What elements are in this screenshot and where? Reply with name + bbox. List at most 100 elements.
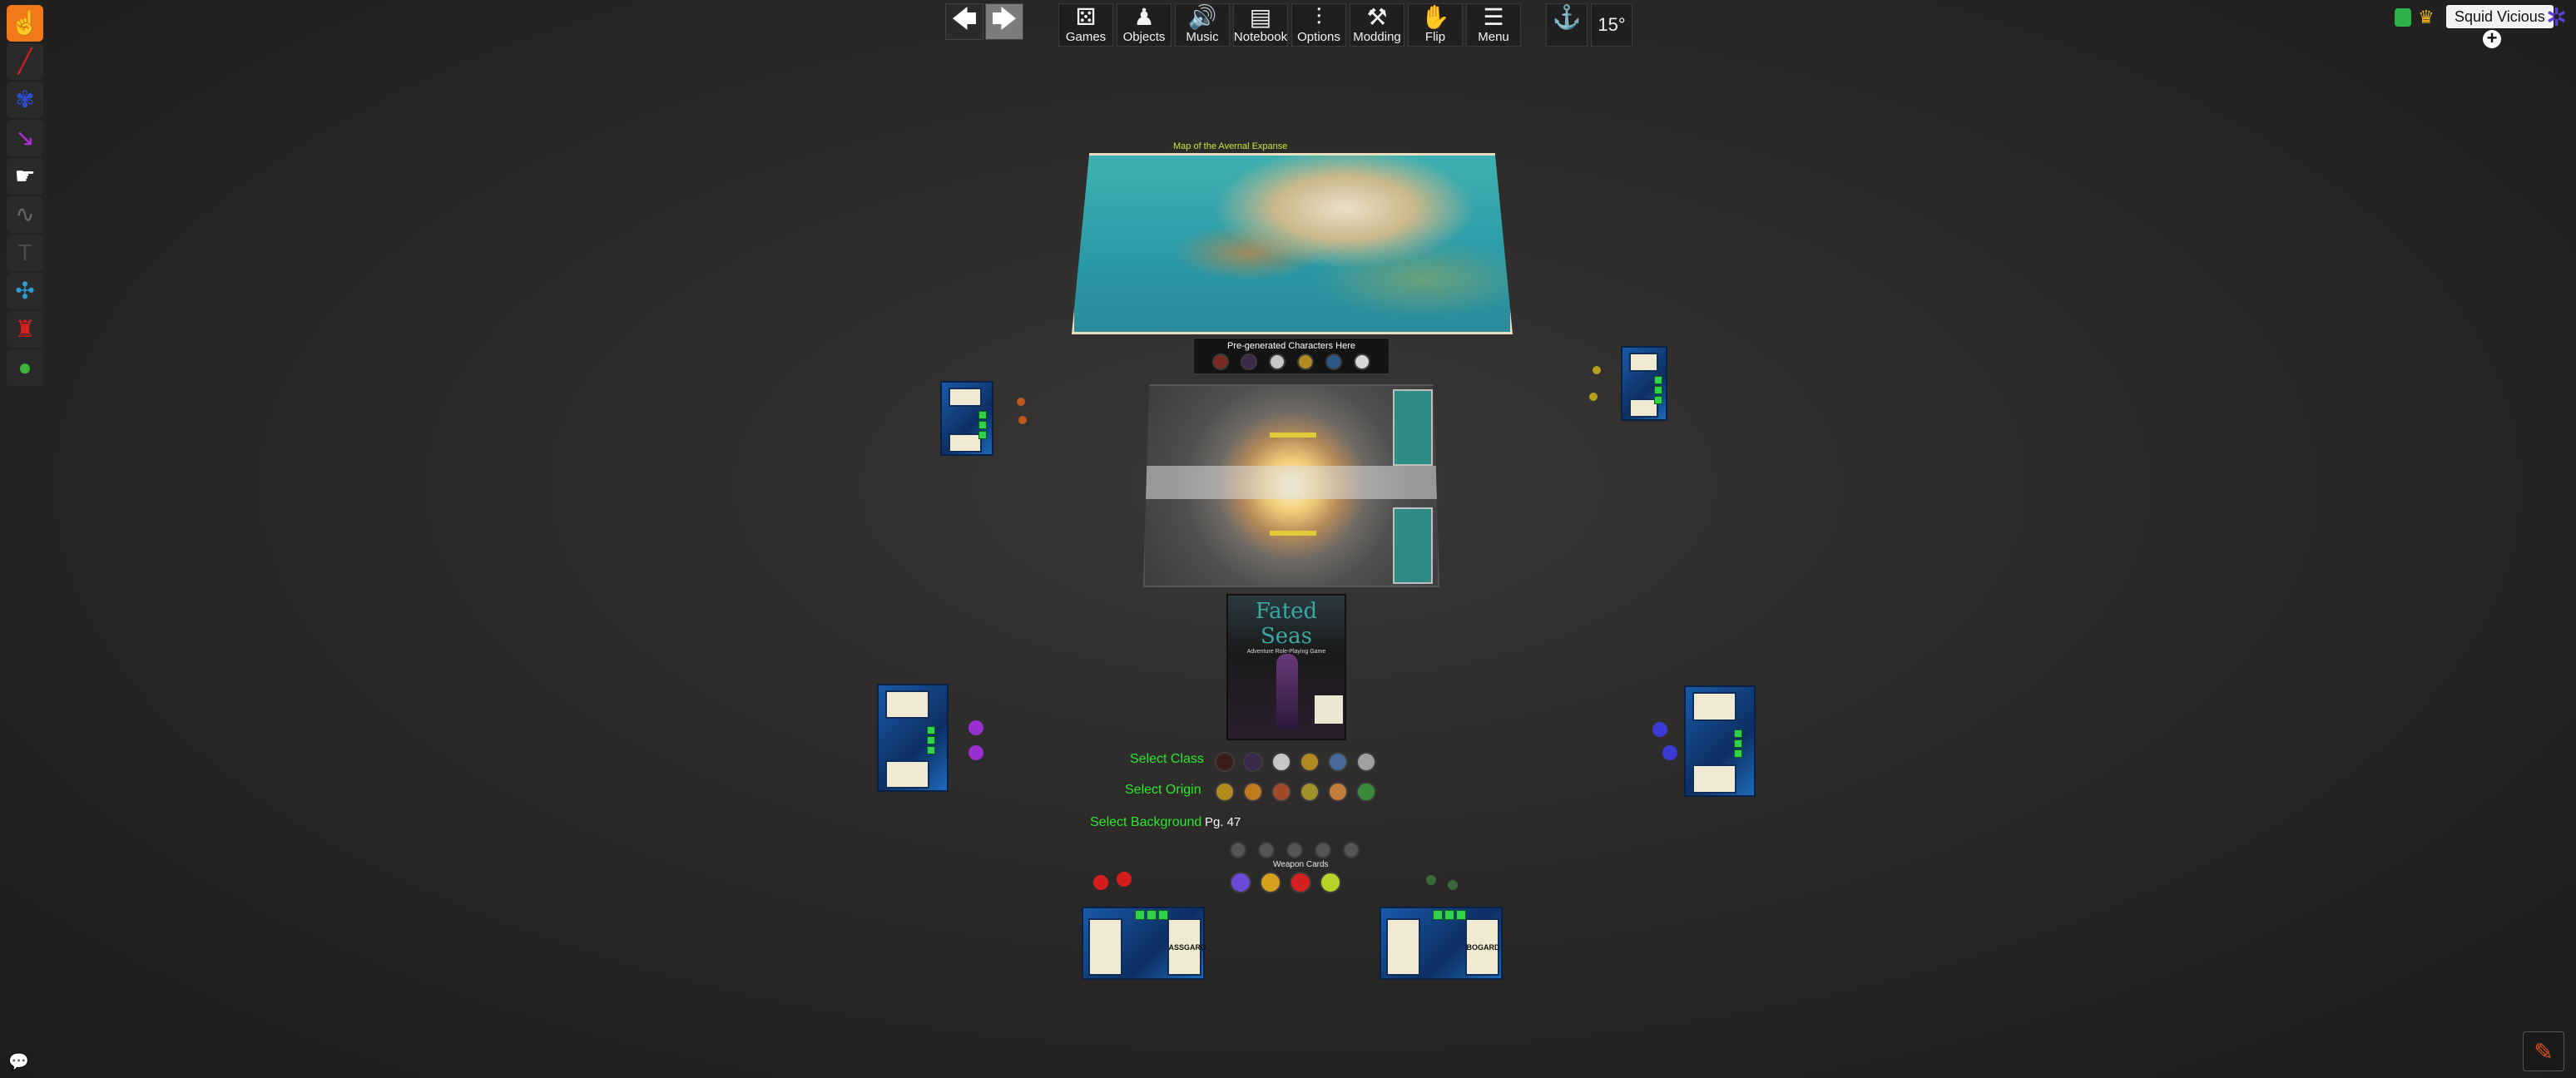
health-counter[interactable] (1734, 749, 1743, 758)
yellow-die[interactable] (1589, 393, 1598, 401)
chat-icon[interactable]: 💬 (8, 1051, 29, 1072)
character-card[interactable] (1386, 918, 1421, 976)
red-die[interactable] (1117, 872, 1132, 887)
health-counter[interactable] (927, 736, 936, 745)
character-card[interactable] (949, 388, 982, 408)
blue-die[interactable] (1662, 745, 1677, 760)
hidden-zone-tool-button[interactable]: ♜ (7, 311, 43, 348)
weapon-icon[interactable] (1343, 842, 1360, 858)
ability-icon[interactable] (1260, 872, 1281, 893)
player-mat-north-east[interactable] (1621, 346, 1667, 421)
pregen-character-icon[interactable] (1269, 354, 1286, 370)
health-counter[interactable] (927, 746, 936, 755)
blue-die[interactable] (1652, 722, 1667, 737)
menu-objects-button[interactable]: ♟ Objects (1117, 3, 1172, 47)
snap-tool-button[interactable]: ∿ (7, 196, 43, 233)
dungeon-tile[interactable] (1143, 384, 1439, 587)
player-mat-south-east[interactable]: BOGARD (1380, 907, 1503, 980)
menu-flip-button[interactable]: ✋ Flip (1408, 3, 1463, 47)
gizmo-tool-button[interactable]: ☛ (7, 158, 43, 195)
class-icon[interactable] (1215, 752, 1235, 772)
rotation-snap-button[interactable]: ⚓ (1546, 3, 1588, 47)
menu-menu-button[interactable]: ☰ Menu (1466, 3, 1521, 47)
notes-button[interactable]: ✎ (2523, 1031, 2564, 1071)
zone-tool-button[interactable]: ✣ (7, 273, 43, 309)
purple-die[interactable] (968, 720, 983, 735)
draw-tool-button[interactable]: ● (7, 349, 43, 386)
grab-tool-button[interactable]: ☝ (7, 5, 43, 42)
menu-notebook-button[interactable]: ▤ Notebook (1233, 3, 1288, 47)
green-die[interactable] (1448, 880, 1458, 890)
origin-icon[interactable] (1215, 782, 1235, 802)
player-mat-west[interactable] (877, 684, 949, 792)
text-tool-button[interactable]: T (7, 235, 43, 271)
character-card[interactable] (885, 760, 930, 789)
health-counter[interactable] (1433, 910, 1444, 920)
map-board[interactable] (1072, 153, 1513, 334)
health-counter[interactable] (927, 726, 936, 735)
menu-modding-button[interactable]: ⚒ Modding (1350, 3, 1404, 47)
redo-arrow-button[interactable]: 🡆 (985, 3, 1023, 40)
health-counter[interactable] (978, 411, 987, 420)
weapon-icon[interactable] (1258, 842, 1275, 858)
character-card[interactable] (885, 690, 930, 719)
menu-options-button[interactable]: ⫶ Options (1291, 3, 1346, 47)
menu-music-button[interactable]: 🔊 Music (1175, 3, 1230, 47)
health-counter[interactable] (1147, 910, 1157, 920)
class-icon[interactable] (1328, 752, 1348, 772)
origin-icon[interactable] (1243, 782, 1263, 802)
health-counter[interactable] (1654, 386, 1663, 395)
flick-tool-button[interactable]: ✾ (7, 82, 43, 118)
yellow-die[interactable] (1593, 366, 1601, 374)
orange-die[interactable] (1017, 398, 1025, 406)
fated-seas-book[interactable]: Fated Seas Adventure Role-Playing Game (1226, 594, 1346, 740)
weapon-icon[interactable] (1230, 842, 1246, 858)
line-tool-button[interactable]: ╱ (7, 43, 43, 80)
ability-icon[interactable] (1320, 872, 1341, 893)
health-counter[interactable] (1135, 910, 1146, 920)
player-mat-north-west[interactable] (940, 381, 993, 456)
origin-icon[interactable] (1328, 782, 1348, 802)
origin-icon[interactable] (1271, 782, 1291, 802)
character-card[interactable] (1088, 918, 1123, 976)
pregen-character-icon[interactable] (1325, 354, 1342, 370)
pregen-character-icon[interactable] (1354, 354, 1370, 370)
add-player-button[interactable]: + (2483, 29, 2501, 48)
player-mat-south-west[interactable]: ASSGARD (1082, 907, 1206, 980)
character-card[interactable] (1692, 692, 1737, 721)
health-counter[interactable] (1654, 396, 1663, 405)
origin-icon[interactable] (1356, 782, 1376, 802)
menu-games-button[interactable]: ⚄ Games (1058, 3, 1113, 47)
ability-icon[interactable] (1290, 872, 1311, 893)
character-card[interactable] (1629, 353, 1658, 373)
pregen-character-icon[interactable] (1241, 354, 1257, 370)
health-counter[interactable] (1158, 910, 1169, 920)
player-name-badge[interactable]: Squid Vicious (2446, 5, 2554, 28)
red-die[interactable] (1093, 875, 1108, 890)
character-card[interactable] (949, 433, 982, 452)
weapon-icon[interactable] (1286, 842, 1303, 858)
health-counter[interactable] (978, 421, 987, 430)
purple-die[interactable] (968, 745, 983, 760)
class-icon[interactable] (1243, 752, 1263, 772)
undo-arrow-button[interactable]: 🡄 (945, 3, 983, 40)
weapon-icon[interactable] (1315, 842, 1331, 858)
squid-avatar-icon[interactable]: ✲ (2546, 3, 2567, 32)
character-card[interactable] (1692, 764, 1737, 794)
pregen-character-icon[interactable] (1297, 354, 1314, 370)
player-mat-east[interactable] (1684, 685, 1756, 797)
character-card[interactable]: BOGARD (1464, 918, 1500, 976)
class-icon[interactable] (1300, 752, 1320, 772)
orange-die[interactable] (1018, 416, 1027, 424)
green-die[interactable] (1426, 875, 1436, 885)
health-counter[interactable] (1734, 739, 1743, 748)
origin-icon[interactable] (1300, 782, 1320, 802)
class-icon[interactable] (1356, 752, 1376, 772)
character-card[interactable]: ASSGARD (1167, 918, 1206, 976)
rotation-value-button[interactable]: 15° (1591, 3, 1632, 47)
class-icon[interactable] (1271, 752, 1291, 772)
health-counter[interactable] (978, 431, 987, 440)
ruler-tool-button[interactable]: ↘ (7, 120, 43, 156)
health-counter[interactable] (1444, 910, 1455, 920)
ability-icon[interactable] (1230, 872, 1251, 893)
